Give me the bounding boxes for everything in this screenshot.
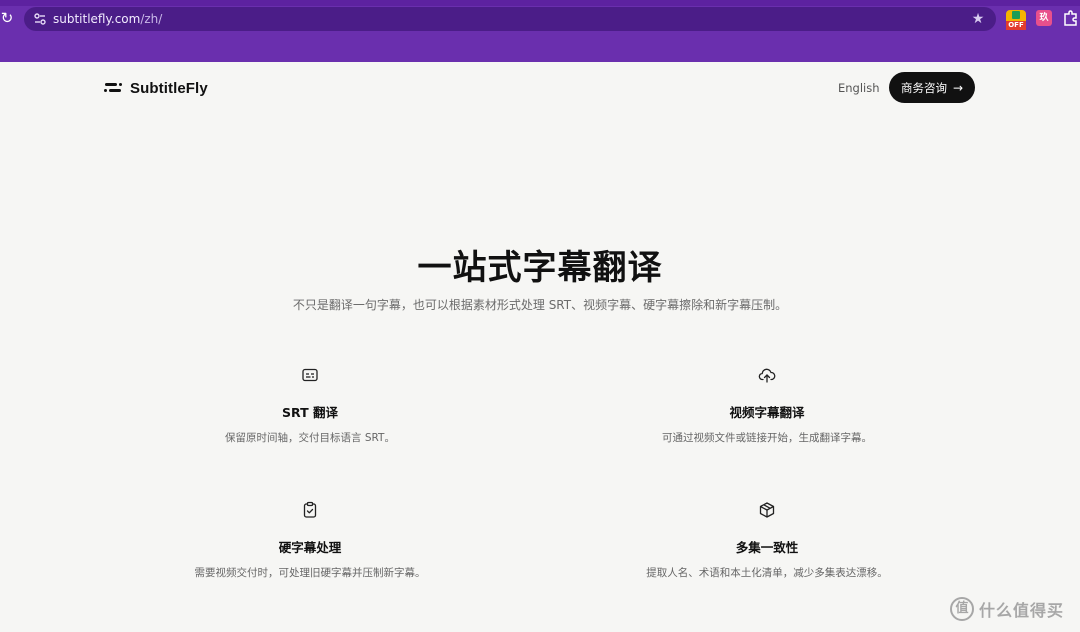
feature-title: 多集一致性 (735, 540, 799, 555)
feature-description: 提取人名、术语和本土化清单，减少多集表达漂移。 (646, 567, 888, 579)
feature-description: 保留原时间轴，交付目标语言 SRT。 (225, 432, 395, 444)
cloud-upload-icon (758, 368, 776, 383)
language-switch-link[interactable]: English (838, 79, 880, 97)
url-host: subtitlefly.com (53, 12, 141, 26)
feature-title: 视频字幕翻译 (729, 405, 805, 420)
brand-name: SubtitleFly (130, 79, 208, 97)
business-inquiry-label: 商务咨询 (900, 80, 947, 95)
reload-icon[interactable]: ↻ (0, 8, 16, 28)
watermark-text: 什么值得买 (979, 601, 1065, 620)
feature-hard-subtitle-processing: 硬字幕处理 需要视频交付时，可处理旧硬字幕并压制新字幕。 (110, 501, 510, 581)
brand-logo[interactable]: SubtitleFly (104, 78, 208, 98)
extensions-puzzle-icon[interactable] (1062, 9, 1080, 27)
feature-title: 硬字幕处理 (278, 540, 342, 555)
extension-off-label: OFF (1006, 21, 1026, 30)
clipboard-check-icon (303, 501, 317, 518)
package-icon (759, 502, 775, 518)
page-title: 一站式字幕翻译 (417, 248, 663, 288)
feature-description: 可通过视频文件或链接开始，生成翻译字幕。 (662, 432, 872, 444)
coupon-extension-icon[interactable]: OFF (1006, 10, 1026, 30)
pink-extension-icon[interactable]: 玖 (1036, 10, 1052, 26)
business-inquiry-button[interactable]: 商务咨询 → (889, 72, 975, 103)
feature-srt-translation: SRT 翻译 保留原时间轴，交付目标语言 SRT。 (110, 366, 510, 446)
feature-multi-episode-consistency: 多集一致性 提取人名、术语和本土化清单，减少多集表达漂移。 (567, 501, 967, 581)
watermark: 值 什么值得买 (950, 596, 1064, 622)
site-info-icon[interactable] (32, 11, 48, 27)
feature-title: SRT 翻译 (282, 405, 338, 420)
bookmark-star-icon[interactable]: ★ (970, 10, 986, 28)
browser-tab-strip (0, 0, 1080, 6)
arrow-right-icon: → (952, 80, 964, 95)
feature-video-subtitle-translation: 视频字幕翻译 可通过视频文件或链接开始，生成翻译字幕。 (567, 366, 967, 446)
feature-description: 需要视频交付时，可处理旧硬字幕并压制新字幕。 (194, 567, 426, 579)
url-path: /zh/ (140, 12, 163, 26)
browser-toolbar: ↻ subtitlefly.com/zh/ ★ OFF 玖 (0, 0, 1080, 62)
subtitles-icon (302, 368, 318, 382)
url-text[interactable]: subtitlefly.com/zh/ (53, 11, 162, 27)
address-bar[interactable]: subtitlefly.com/zh/ ★ (24, 7, 996, 31)
logo-mark-icon (104, 83, 122, 92)
watermark-logo-icon: 值 (950, 597, 974, 621)
page-subtitle: 不只是翻译一句字幕，也可以根据素材形式处理 SRT、视频字幕、硬字幕擦除和新字幕… (292, 298, 788, 312)
extension-tag-icon (1012, 11, 1020, 19)
